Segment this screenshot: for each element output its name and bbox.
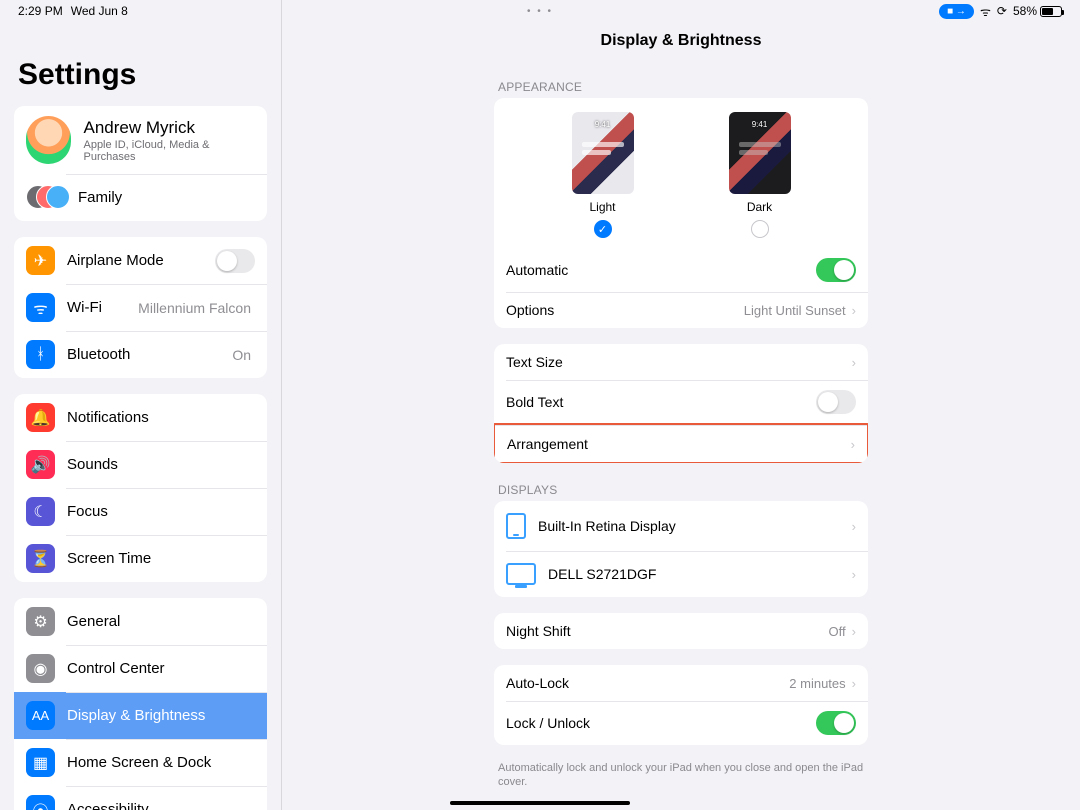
notifications-row[interactable]: 🔔 Notifications xyxy=(14,394,267,441)
sounds-icon: 🔊 xyxy=(26,450,55,479)
text-size-row[interactable]: Text Size › xyxy=(494,344,868,380)
family-avatars-icon xyxy=(26,183,66,212)
light-radio[interactable]: ✓ xyxy=(594,220,612,238)
profile-sub: Apple ID, iCloud, Media & Purchases xyxy=(83,139,255,163)
lock-card: Auto-Lock 2 minutes › Lock / Unlock xyxy=(494,665,868,745)
bluetooth-row[interactable]: ᚼ Bluetooth On xyxy=(14,331,267,378)
wifi-row[interactable]: ᯤ Wi-Fi Millennium Falcon xyxy=(14,284,267,331)
gear-icon: ⚙ xyxy=(26,607,55,636)
focus-row[interactable]: ☾ Focus xyxy=(14,488,267,535)
display-brightness-row[interactable]: AA Display & Brightness xyxy=(14,692,267,739)
sidebar-title: Settings xyxy=(18,58,263,92)
dark-thumb-icon: 9:41 xyxy=(729,112,791,194)
focus-icon: ☾ xyxy=(26,497,55,526)
monitor-icon xyxy=(506,563,536,585)
accessibility-row[interactable]: ⦿ Accessibility xyxy=(14,786,267,810)
multitask-pill[interactable]: ■ → xyxy=(939,4,974,19)
home-indicator[interactable] xyxy=(450,801,630,805)
bold-text-row[interactable]: Bold Text xyxy=(494,380,868,424)
night-shift-card: Night Shift Off › xyxy=(494,613,868,649)
screen-time-icon: ⏳ xyxy=(26,544,55,573)
general-row[interactable]: ⚙ General xyxy=(14,598,267,645)
chevron-right-icon: › xyxy=(852,303,856,318)
automatic-row[interactable]: Automatic xyxy=(494,248,868,292)
home-screen-icon: ▦ xyxy=(26,748,55,777)
appearance-dark-option[interactable]: 9:41 Dark xyxy=(729,112,791,238)
wifi-icon: ᯤ xyxy=(980,3,991,20)
chevron-right-icon: › xyxy=(852,676,856,691)
airplane-mode-row[interactable]: ✈ Airplane Mode xyxy=(14,237,267,284)
page-title: Display & Brightness xyxy=(282,22,1080,50)
family-row[interactable]: Family xyxy=(14,174,267,221)
automatic-toggle[interactable] xyxy=(816,258,856,282)
general-group: ⚙ General ◉ Control Center AA Display & … xyxy=(14,598,267,810)
connectivity-group: ✈ Airplane Mode ᯤ Wi-Fi Millennium Falco… xyxy=(14,237,267,378)
status-time: 2:29 PM xyxy=(18,4,63,18)
screen-time-row[interactable]: ⏳ Screen Time xyxy=(14,535,267,582)
profile-card: Andrew Myrick Apple ID, iCloud, Media & … xyxy=(14,106,267,221)
sounds-row[interactable]: 🔊 Sounds xyxy=(14,441,267,488)
displays-header: DISPLAYS xyxy=(498,483,868,497)
orientation-lock-icon: ⟳ xyxy=(997,4,1007,18)
auto-lock-row[interactable]: Auto-Lock 2 minutes › xyxy=(494,665,868,701)
notifications-group: 🔔 Notifications 🔊 Sounds ☾ Focus ⏳ Scree… xyxy=(14,394,267,582)
arrangement-row[interactable]: Arrangement › xyxy=(495,425,867,462)
light-thumb-icon: 9:41 xyxy=(572,112,634,194)
avatar-icon xyxy=(26,116,71,164)
appearance-light-option[interactable]: 9:41 Light ✓ xyxy=(572,112,634,238)
lock-unlock-toggle[interactable] xyxy=(816,711,856,735)
aa-icon: AA xyxy=(26,701,55,730)
control-center-icon: ◉ xyxy=(26,654,55,683)
displays-card: Built-In Retina Display › DELL S2721DGF … xyxy=(494,501,868,597)
options-row[interactable]: Options Light Until Sunset › xyxy=(494,292,868,328)
profile-name: Andrew Myrick xyxy=(83,118,255,138)
airplane-icon: ✈ xyxy=(26,246,55,275)
appearance-card: 9:41 Light ✓ 9:41 Dark Automatic xyxy=(494,98,868,328)
multitask-dots[interactable]: • • • xyxy=(527,6,553,17)
appearance-header: APPEARANCE xyxy=(498,80,868,94)
control-center-row[interactable]: ◉ Control Center xyxy=(14,645,267,692)
bluetooth-icon: ᚼ xyxy=(26,340,55,369)
chevron-right-icon: › xyxy=(852,567,856,582)
chevron-right-icon: › xyxy=(852,355,856,370)
main-pane: Display & Brightness APPEARANCE 9:41 Lig… xyxy=(282,22,1080,810)
text-card: Text Size › Bold Text Arrangement › xyxy=(494,344,868,463)
chevron-right-icon: › xyxy=(851,437,855,452)
builtin-display-row[interactable]: Built-In Retina Display › xyxy=(494,501,868,551)
lock-unlock-row[interactable]: Lock / Unlock xyxy=(494,701,868,745)
home-screen-row[interactable]: ▦ Home Screen & Dock xyxy=(14,739,267,786)
chevron-right-icon: › xyxy=(852,519,856,534)
dark-radio[interactable] xyxy=(751,220,769,238)
night-shift-row[interactable]: Night Shift Off › xyxy=(494,613,868,649)
wifi-settings-icon: ᯤ xyxy=(26,293,55,322)
battery-indicator: 58% xyxy=(1013,4,1062,18)
chevron-right-icon: › xyxy=(852,624,856,639)
external-display-row[interactable]: DELL S2721DGF › xyxy=(494,551,868,597)
bold-toggle[interactable] xyxy=(816,390,856,414)
status-date: Wed Jun 8 xyxy=(71,4,128,18)
airplane-toggle[interactable] xyxy=(215,249,255,273)
accessibility-icon: ⦿ xyxy=(26,795,55,810)
lock-footer-note: Automatically lock and unlock your iPad … xyxy=(498,761,864,790)
notifications-icon: 🔔 xyxy=(26,403,55,432)
tablet-icon xyxy=(506,513,526,539)
apple-id-row[interactable]: Andrew Myrick Apple ID, iCloud, Media & … xyxy=(14,106,267,174)
settings-sidebar: Settings Andrew Myrick Apple ID, iCloud,… xyxy=(0,22,281,810)
